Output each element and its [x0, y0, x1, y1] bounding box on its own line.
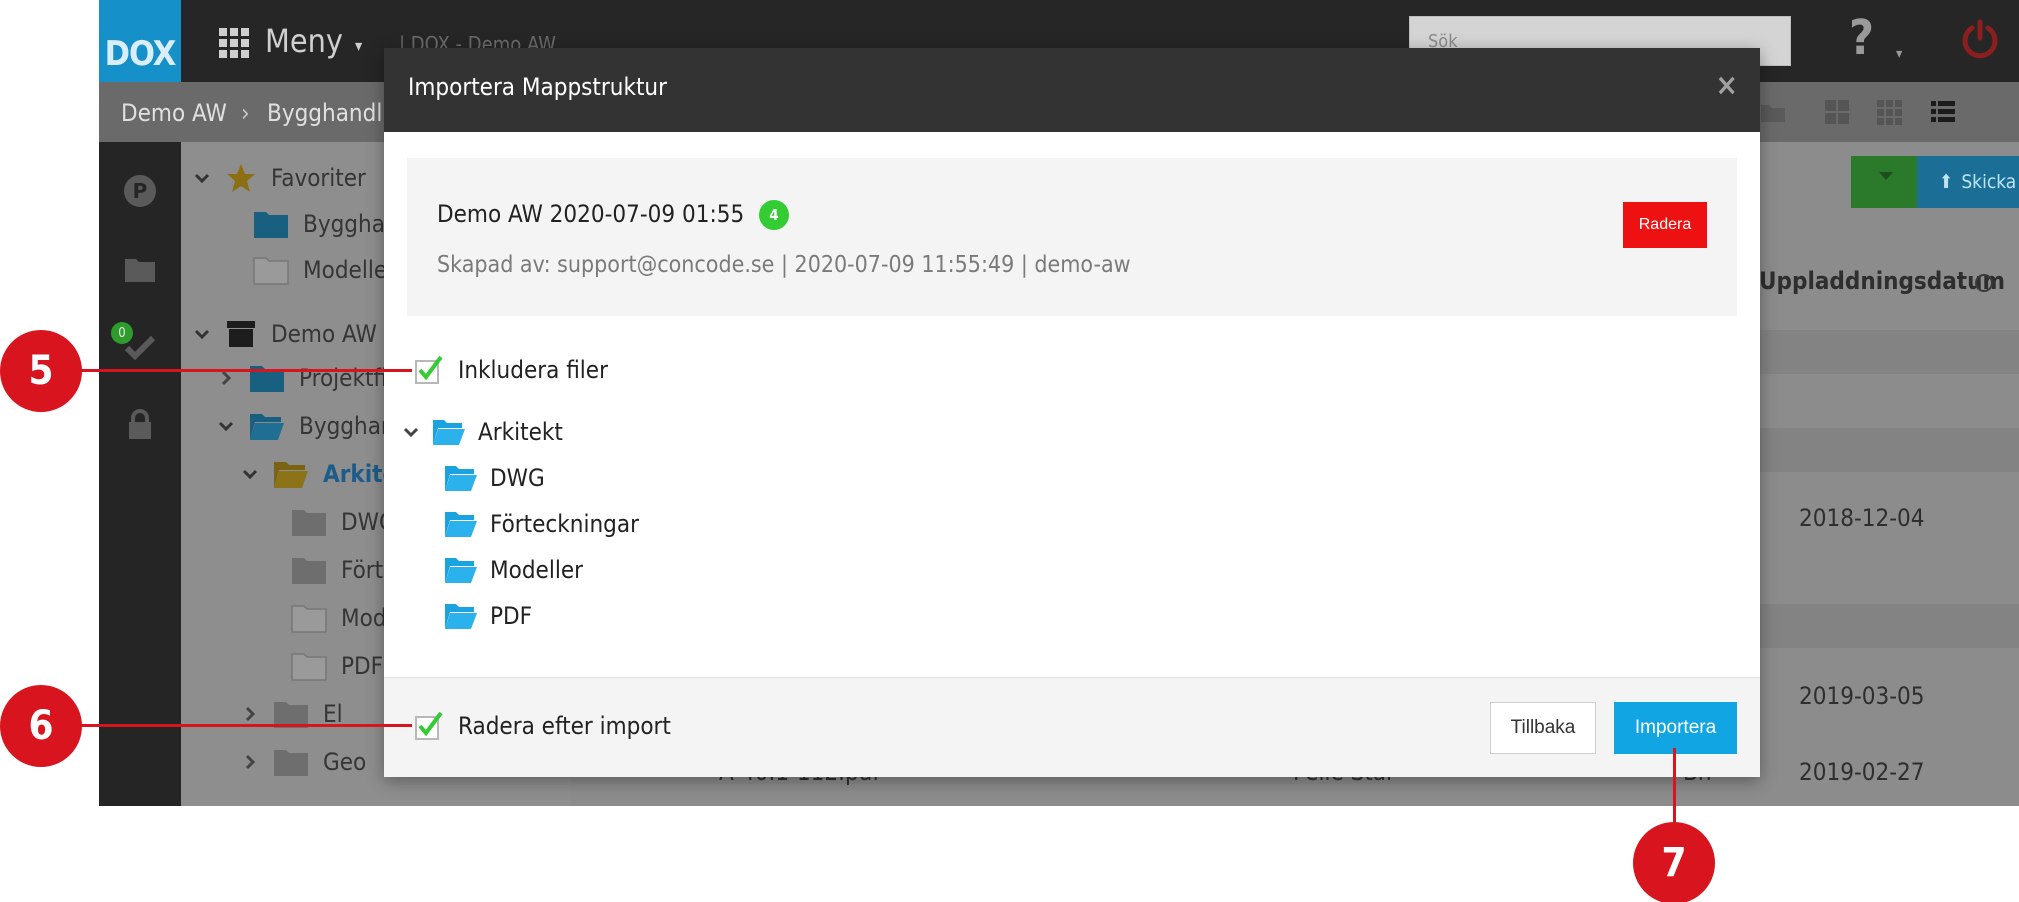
menu-grid-icon[interactable]: [219, 28, 249, 58]
upload-date: 2018-12-04: [1799, 504, 1925, 532]
import-structure-modal: Importera Mappstruktur × Demo AW 2020-07…: [384, 48, 1760, 777]
back-button[interactable]: Tillbaka: [1490, 702, 1596, 754]
folder-tree-child[interactable]: DWG: [444, 461, 545, 495]
upload-date: 2019-03-05: [1799, 682, 1925, 710]
tree-item[interactable]: DWG: [291, 502, 396, 542]
callout-7: 7: [1633, 822, 1715, 902]
tree-favorites[interactable]: Favoriter: [193, 158, 366, 198]
menu-label[interactable]: Meny: [265, 22, 343, 60]
import-button[interactable]: Importera: [1614, 702, 1737, 754]
tree-fav-item[interactable]: Modeller: [253, 250, 396, 290]
tree-item[interactable]: El: [241, 694, 343, 734]
folder-open-icon: [274, 462, 308, 488]
include-files-option[interactable]: Inkludera filer: [414, 353, 608, 387]
folder-icon: [291, 653, 327, 681]
chevron-down-icon[interactable]: [193, 325, 211, 343]
folder-tree-child[interactable]: Förteckningar: [444, 507, 639, 541]
folder-tree-child[interactable]: Modeller: [444, 553, 583, 587]
chevron-down-icon[interactable]: [217, 417, 235, 435]
callout-7-leader: [1673, 748, 1676, 832]
folder-icon: [250, 366, 284, 392]
folder-open-icon: [445, 604, 477, 629]
star-icon: [227, 164, 255, 192]
p-circle-icon[interactable]: P: [121, 172, 159, 210]
tree-label: Demo AW: [271, 320, 377, 348]
delete-after-import-checkbox[interactable]: [414, 711, 444, 741]
folder-open-icon[interactable]: [1759, 98, 1787, 126]
svg-text:P: P: [133, 179, 148, 203]
approve-count-badge: 0: [111, 322, 133, 344]
folder-open-icon: [250, 414, 284, 440]
folder-tree-label: DWG: [490, 464, 545, 492]
tree-item[interactable]: Geo: [241, 742, 366, 782]
modal-footer: Radera efter import Tillbaka Importera: [384, 677, 1760, 777]
folder-open-icon: [433, 420, 465, 445]
tree-project[interactable]: Demo AW: [193, 314, 377, 354]
sort-caret-icon[interactable]: [1975, 274, 1993, 292]
tree-label: Geo: [323, 748, 367, 776]
folder-icon: [253, 257, 289, 285]
send-in-label: Skicka in: [1961, 171, 2019, 193]
folder-tree-root[interactable]: Arkitekt: [402, 415, 563, 449]
archive-box-icon: [227, 321, 255, 347]
folder-tree-label: PDF: [490, 602, 533, 630]
folder-nav-icon[interactable]: [121, 250, 159, 288]
structure-created-meta: Skapad av: support@concode.se | 2020-07-…: [437, 252, 1131, 278]
folder-icon: [292, 510, 326, 536]
tree-item[interactable]: PDF: [291, 646, 383, 686]
include-files-checkbox[interactable]: [414, 355, 444, 385]
modal-header: Importera Mappstruktur ×: [384, 48, 1760, 132]
chevron-right-icon[interactable]: [241, 753, 259, 771]
delete-structure-button[interactable]: Radera: [1623, 202, 1707, 248]
arrow-up-icon: ⬆: [1939, 171, 1954, 193]
breadcrumb-separator-icon: ›: [241, 99, 250, 127]
folder-icon: [291, 605, 327, 633]
folder-icon: [292, 558, 326, 584]
chevron-right-icon[interactable]: [241, 705, 259, 723]
folder-open-icon: [445, 512, 477, 537]
help-caret-icon[interactable]: ▾: [1896, 46, 1902, 62]
folder-open-icon: [445, 558, 477, 583]
folder-tree-label: Förteckningar: [490, 510, 639, 538]
upload-date: 2019-02-27: [1799, 758, 1925, 786]
folder-tree-label: Modeller: [490, 556, 583, 584]
menu-caret-icon[interactable]: ▾: [355, 36, 362, 55]
lock-icon[interactable]: [121, 406, 159, 444]
callout-6-leader: [80, 724, 412, 727]
dox-logo: DOX: [99, 0, 181, 82]
grid-large-icon[interactable]: [1823, 98, 1851, 126]
chevron-down-icon[interactable]: [193, 169, 211, 187]
chevron-down-icon[interactable]: [241, 465, 259, 483]
send-in-button[interactable]: ⬆ Skicka in: [1917, 156, 2019, 208]
close-icon[interactable]: ×: [1715, 68, 1738, 103]
callout-5: 5: [0, 330, 82, 412]
tree-label: PDF: [341, 652, 384, 680]
structure-info-panel: Demo AW 2020-07-09 01:55 4 Skapad av: su…: [407, 158, 1737, 316]
tree-label: Modeller: [303, 256, 396, 284]
column-header-upload-date[interactable]: Uppladdningsdatum: [1759, 267, 2005, 295]
folder-tree-label: Arkitekt: [478, 418, 563, 446]
callout-5-leader: [80, 369, 412, 372]
folder-icon: [274, 750, 308, 776]
structure-count-badge: 4: [759, 200, 789, 230]
chevron-down-icon[interactable]: [402, 423, 420, 441]
help-icon[interactable]: ?: [1849, 10, 1874, 66]
list-view-icon[interactable]: [1929, 98, 1957, 126]
callout-6: 6: [0, 685, 82, 767]
structure-name: Demo AW 2020-07-09 01:55: [437, 200, 745, 228]
power-icon[interactable]: [1959, 18, 2001, 60]
left-nav: P 0: [99, 142, 181, 806]
delete-after-import-label: Radera efter import: [458, 712, 671, 740]
chevron-down-icon[interactable]: [1879, 172, 1893, 180]
folder-tree-child[interactable]: PDF: [444, 599, 532, 633]
breadcrumb-project[interactable]: Demo AW: [121, 99, 227, 127]
folder-open-icon: [445, 466, 477, 491]
modal-title: Importera Mappstruktur: [408, 73, 667, 101]
include-files-label: Inkludera filer: [458, 356, 608, 384]
grid-small-icon[interactable]: [1875, 98, 1903, 126]
tree-label: Favoriter: [271, 164, 366, 192]
delete-after-import-option[interactable]: Radera efter import: [414, 709, 671, 743]
folder-icon: [254, 212, 288, 238]
